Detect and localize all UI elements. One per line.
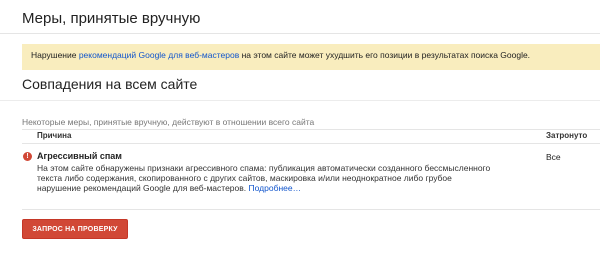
request-review-button[interactable]: ЗАПРОС НА ПРОВЕРКУ [22,219,128,239]
title-divider [0,33,600,34]
issue-desc-line: текста либо содержания, скопированного с… [37,173,452,183]
table-header-divider [22,129,600,130]
issue-description: На этом сайте обнаружены признаки агресс… [37,163,542,193]
column-header-reason: Причина [37,131,72,140]
scope-description: Некоторые меры, принятые вручную, действ… [22,117,315,127]
issue-title: Агрессивный спам [37,151,122,161]
section-title: Совпадения на всем сайте [22,76,198,92]
section-divider [0,100,600,101]
notice-prefix: Нарушение [31,50,79,60]
guidelines-notice: Нарушение рекомендаций Google для веб-ма… [22,44,600,70]
table-row-divider [22,143,600,144]
guidelines-link[interactable]: рекомендаций Google для веб-мастеров [79,50,239,60]
table-bottom-divider [22,209,600,210]
issue-desc-line-last: нарушение рекомендаций Google для веб-ма… [37,183,542,193]
column-header-affected: Затронуто [546,131,588,140]
learn-more-link[interactable]: Подробнее… [249,183,302,193]
notice-suffix: на этом сайте может ухудшить его позиции… [239,50,531,60]
affected-value: Все [546,152,561,162]
page-title: Меры, принятые вручную [22,10,201,27]
issue-desc-line: На этом сайте обнаружены признаки агресс… [37,163,491,173]
alert-icon: ! [23,152,32,161]
issue-desc-text: нарушение рекомендаций Google для веб-ма… [37,183,247,193]
